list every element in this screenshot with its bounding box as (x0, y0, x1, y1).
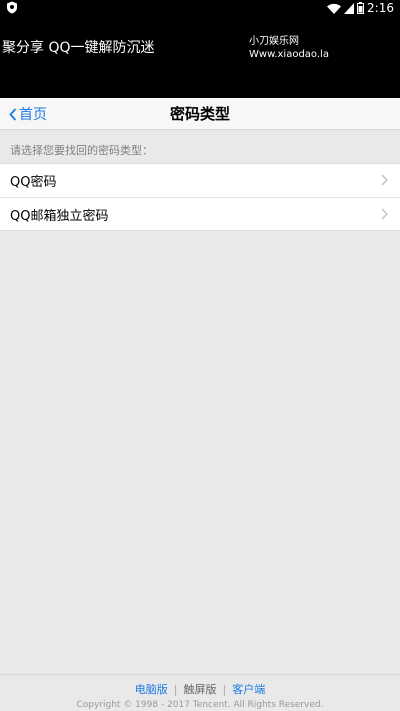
footer: 电脑版 | 触屏版 | 客户端 Copyright © 1998 - 2017 Tenc… (0, 674, 400, 711)
banner-text: 聚分享 QQ一键解防沉迷 (2, 40, 155, 56)
link-client[interactable]: 客户端 (232, 683, 265, 696)
link-touch-version[interactable]: 触屏版 (184, 683, 217, 696)
page-title: 密码类型 (169, 105, 230, 123)
banner-site-url: Www.xiaodao.la (249, 49, 329, 60)
list-item-qq-mail-password[interactable]: QQ邮箱独立密码 (0, 197, 400, 230)
footer-separator: | (173, 683, 178, 696)
nav-bar: 密码类型 首页 (0, 98, 400, 130)
password-type-list: QQ密码 QQ邮箱独立密码 (0, 163, 400, 231)
chevron-right-icon (381, 174, 388, 186)
status-icons: 2:16 (327, 0, 394, 16)
wifi-icon (327, 3, 342, 14)
chevron-right-icon (381, 208, 388, 220)
banner-site-name: 小刀娱乐网 (249, 36, 299, 47)
footer-separator: | (222, 683, 227, 696)
promo-banner: 聚分享 QQ一键解防沉迷 小刀娱乐网 Www.xiaodao.la (0, 16, 400, 98)
copyright-text: Copyright © 1998 - 2017 Tencent. All Rig… (76, 700, 324, 710)
back-button-label: 首页 (19, 107, 47, 123)
list-item-label: QQ密码 (10, 175, 57, 190)
list-item-label: QQ邮箱独立密码 (10, 208, 109, 224)
banner-watermark: 小刀娱乐网 Www.xiaodao.la (249, 36, 329, 61)
signal-icon (344, 2, 355, 14)
status-bar: 2:16 (0, 0, 400, 16)
footer-links: 电脑版 | 触屏版 | 客户端 (0, 683, 400, 697)
back-button[interactable]: 首页 (9, 98, 47, 130)
battery-icon (357, 2, 365, 14)
chevron-left-icon (9, 107, 17, 121)
status-time: 2:16 (367, 1, 394, 15)
section-hint: 请选择您要找回的密码类型： (10, 144, 153, 157)
link-desktop-version[interactable]: 电脑版 (135, 683, 168, 696)
list-item-qq-password[interactable]: QQ密码 (0, 164, 400, 197)
